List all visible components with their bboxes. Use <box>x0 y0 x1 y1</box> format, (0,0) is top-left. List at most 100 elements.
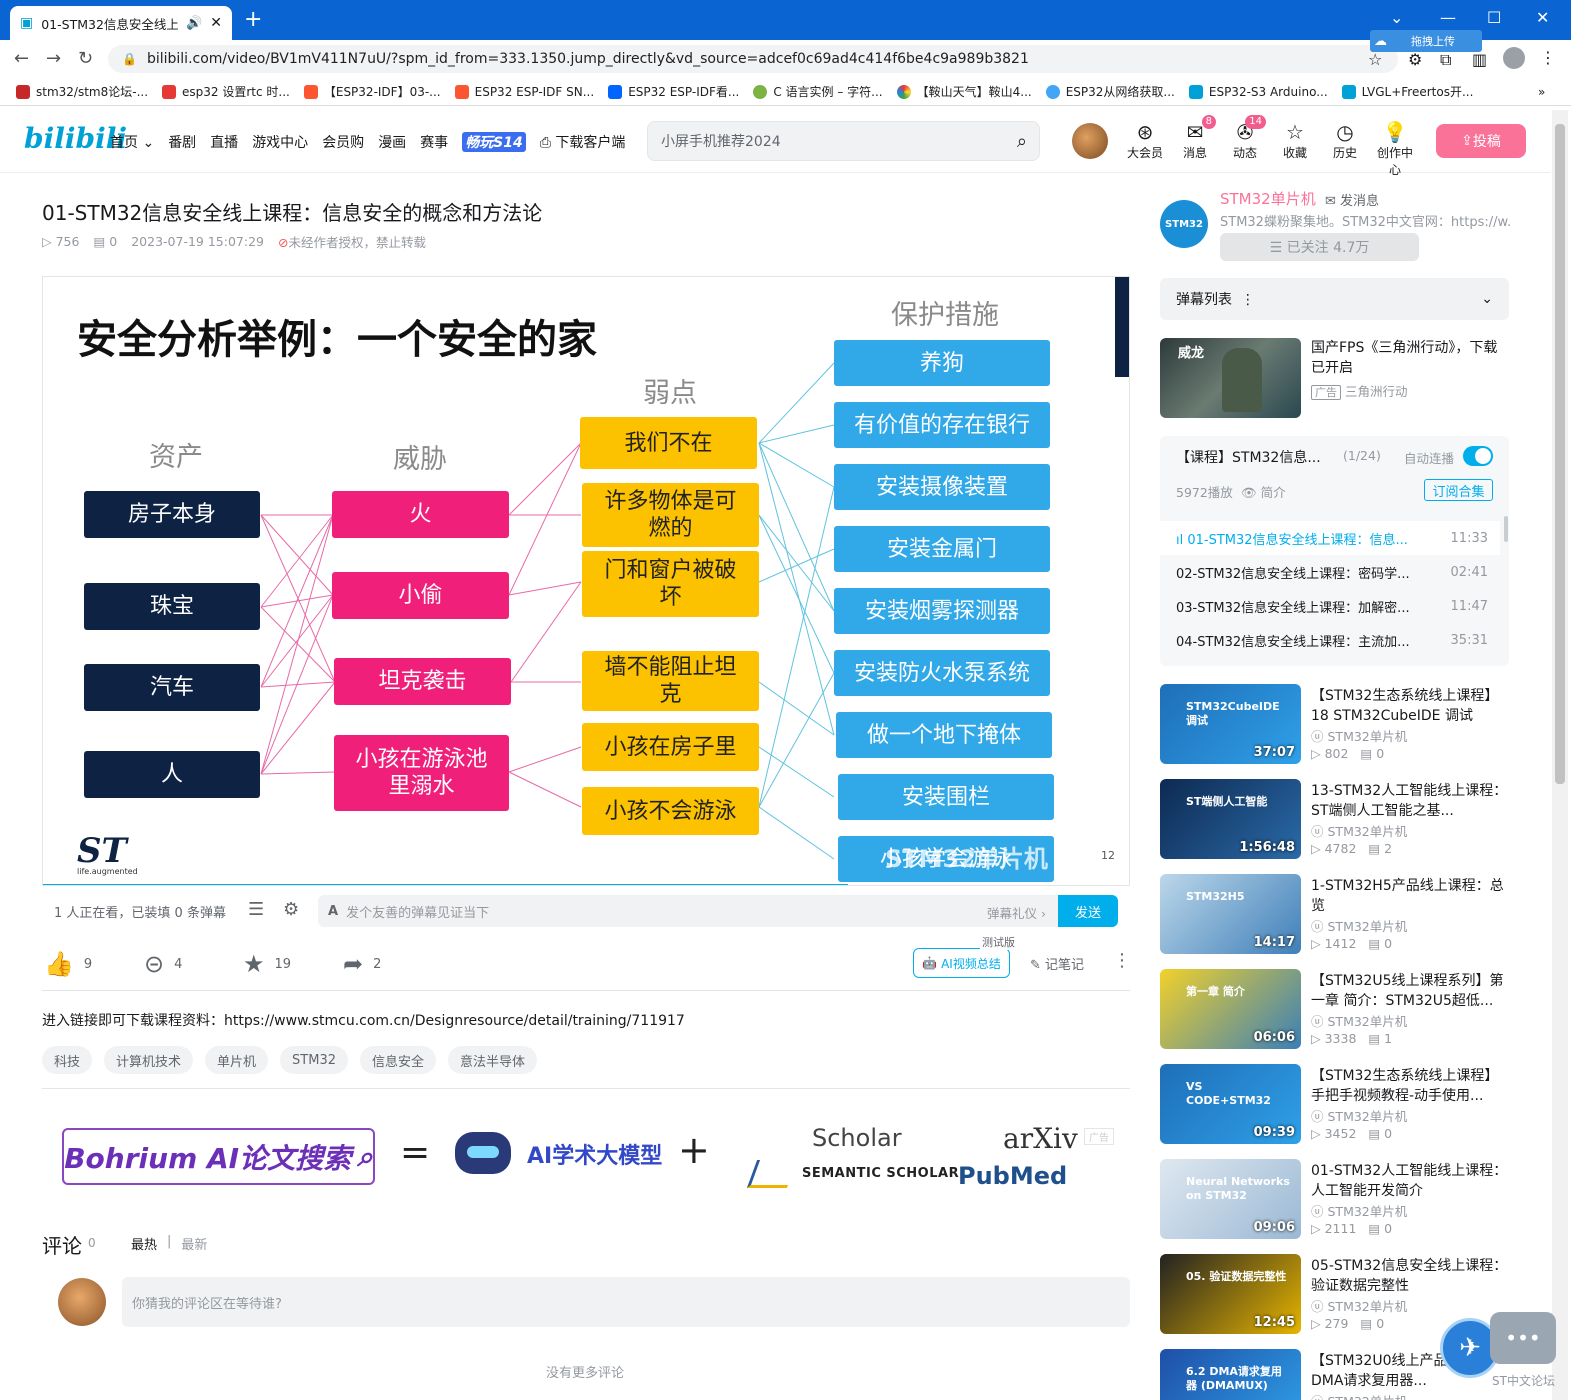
recommend-thumbnail[interactable]: 05. 验证数据完整性 12:45 <box>1160 1254 1301 1334</box>
ai-summary-button[interactable]: 🤖 AI视频总结 <box>913 948 1010 978</box>
recommend-uploader[interactable]: ⓤ STM32单片机 <box>1311 916 1407 935</box>
bookmark-item[interactable]: ESP32-S3 Arduino... <box>1188 84 1328 99</box>
danmaku-settings-icon[interactable]: ⚙ <box>283 899 299 920</box>
sort-hot[interactable]: 最热 <box>131 1234 157 1253</box>
recommend-thumbnail[interactable]: Neural Networks on STM32 09:06 <box>1160 1159 1301 1239</box>
recommend-title[interactable]: 【STM32生态系统线上课程】手把手视频教程-动手使用... <box>1311 1066 1511 1106</box>
chat-bubble-icon[interactable]: ••• <box>1490 1312 1556 1364</box>
search-icon[interactable]: ⌕ <box>1017 131 1027 152</box>
page-scrollbar[interactable] <box>1552 110 1568 1400</box>
notes-button[interactable]: ✎ 记笔记 <box>1030 954 1084 973</box>
tag-item[interactable]: 计算机技术 <box>104 1046 194 1074</box>
recommend-thumbnail[interactable]: STM32CubeIDE 调试 37:07 <box>1160 684 1301 764</box>
recommend-title[interactable]: 【STM32U5线上课程系列】第一章 简介：STM32U5超低... <box>1311 971 1511 1011</box>
browser-tab[interactable]: ▣ 01-STM32信息安全线上 🔊 ✕ <box>10 6 232 40</box>
star-icon[interactable]: ☆ <box>1368 50 1382 69</box>
font-style-icon[interactable]: A <box>328 904 338 919</box>
recommend-uploader[interactable]: ⓤ STM32单片机 <box>1311 1011 1407 1030</box>
sort-new[interactable]: 最新 <box>181 1234 207 1253</box>
playlist-item[interactable]: 04-STM32信息安全线上课程：主流加... 35:31 <box>1160 623 1500 657</box>
menu-manga[interactable]: 漫画 <box>378 132 406 152</box>
close-window-icon[interactable]: ✕ <box>1536 8 1549 27</box>
autoplay-toggle[interactable] <box>1463 446 1493 466</box>
maximize-icon[interactable]: ☐ <box>1487 8 1501 27</box>
menu-download[interactable]: ⎙ 下载客户端 <box>540 132 626 152</box>
header-history[interactable]: ◷ 历史 <box>1322 120 1368 161</box>
bookmark-item[interactable]: ESP32 ESP-IDF SN... <box>454 84 594 99</box>
playlist-item[interactable]: 03-STM32信息安全线上课程：加解密... 11:47 <box>1160 589 1500 623</box>
bookmark-item[interactable]: stm32/stm8论坛-... <box>16 83 148 100</box>
bookmark-item[interactable]: LVGL+Freertos开... <box>1341 83 1473 100</box>
menu-home[interactable]: 首页 ⌄ <box>110 132 154 152</box>
recommend-thumbnail[interactable]: ST端侧人工智能 1:56:48 <box>1160 779 1301 859</box>
menu-match[interactable]: 赛事 <box>420 132 448 152</box>
comment-input[interactable]: 你猜我的评论区在等待谁? <box>122 1277 1130 1327</box>
subscribe-collection-button[interactable]: 订阅合集 <box>1424 479 1493 501</box>
tab-search-icon[interactable]: ⌄ <box>1390 8 1403 27</box>
browser-menu-icon[interactable]: ⋮ <box>1540 48 1556 67</box>
more-options-icon[interactable]: ⋮ <box>1113 950 1131 971</box>
playlist-intro-link[interactable]: 简介 <box>1261 485 1286 500</box>
menu-shop[interactable]: 会员购 <box>322 132 364 152</box>
bookmark-item[interactable]: ESP32从网络获取... <box>1045 83 1175 100</box>
uploader-avatar[interactable]: STM32 <box>1160 200 1208 248</box>
address-bar[interactable]: 🔒 bilibili.com/video/BV1mV411N7uU/?spm_i… <box>108 45 1398 73</box>
header-favorite[interactable]: ☆ 收藏 <box>1272 120 1318 161</box>
header-creator[interactable]: 💡 创作中心 <box>1372 120 1418 178</box>
tag-item[interactable]: 意法半导体 <box>448 1046 538 1074</box>
video-player[interactable]: 安全分析举例：一个安全的家 资产 威胁 弱点 保护措施 房子本身 珠宝 汽车 人… <box>42 276 1130 886</box>
share-button[interactable]: ➦ 2 <box>343 950 381 978</box>
danmaku-toggle-icon[interactable]: ☰ <box>248 899 264 920</box>
bookmark-item[interactable]: ESP32 ESP-IDF看... <box>608 83 739 100</box>
tag-item[interactable]: 科技 <box>42 1046 93 1074</box>
reload-icon[interactable]: ↻ <box>78 48 93 69</box>
menu-live[interactable]: 直播 <box>210 132 238 152</box>
menu-s14-banner[interactable]: 畅玩S14 <box>462 132 526 152</box>
bookmark-item[interactable]: C 语言实例 – 字符... <box>753 83 883 100</box>
tag-item[interactable]: STM32 <box>280 1046 348 1074</box>
playlist-item-active[interactable]: ıl 01-STM32信息安全线上课程：信息... 11:33 <box>1160 521 1500 555</box>
menu-anime[interactable]: 番剧 <box>168 132 196 152</box>
bookmark-item[interactable]: 【ESP32-IDF】03-... <box>303 83 441 100</box>
bookmark-item[interactable]: 【鞍山天气】鞍山4... <box>896 83 1032 100</box>
recommend-thumbnail[interactable]: VS CODE+STM32 09:39 <box>1160 1064 1301 1144</box>
danmaku-list-toggle[interactable]: 弹幕列表 ⋮ ⌄ <box>1160 278 1509 320</box>
recommend-title[interactable]: 1-STM32H5产品线上课程：总览 <box>1311 876 1511 916</box>
search-input[interactable]: 小屏手机推荐2024 ⌕ <box>647 121 1040 161</box>
share-page-icon[interactable]: ⧉ <box>1440 50 1451 70</box>
sponsored-title[interactable]: 国产FPS《三角洲行动》，下载已开启 <box>1311 338 1511 378</box>
danmaku-input[interactable]: A 发个友善的弹幕见证当下 弹幕礼仪 › <box>318 895 1058 927</box>
back-icon[interactable]: ← <box>14 48 29 69</box>
extensions-icon[interactable]: ⚙ <box>1408 50 1422 69</box>
uploader-name[interactable]: STM32单片机 <box>1220 188 1316 209</box>
header-vip[interactable]: ⊛ 大会员 <box>1122 120 1168 161</box>
recommend-title[interactable]: 01-STM32人工智能线上课程：人工智能开发简介 <box>1311 1161 1511 1201</box>
header-dynamic[interactable]: ✇ 14 动态 <box>1222 115 1268 161</box>
new-tab-button[interactable]: + <box>244 9 262 31</box>
bookmarks-more[interactable]: » <box>1538 85 1545 99</box>
playback-progress[interactable] <box>43 884 848 885</box>
follow-button[interactable]: ☰ 已关注 4.7万 <box>1220 233 1419 261</box>
send-danmaku-button[interactable]: 发送 <box>1058 895 1118 927</box>
user-avatar[interactable] <box>1072 123 1108 159</box>
recommend-thumbnail[interactable]: STM32H5 14:17 <box>1160 874 1301 954</box>
profile-icon[interactable] <box>1503 47 1525 69</box>
recommend-title[interactable]: 05-STM32信息安全线上课程：验证数据完整性 <box>1311 1256 1511 1296</box>
forward-icon[interactable]: → <box>46 48 61 69</box>
minimize-icon[interactable]: — <box>1440 8 1456 27</box>
upload-button[interactable]: ⇪ 投稿 <box>1436 124 1526 158</box>
send-message-link[interactable]: ✉ 发消息 <box>1325 190 1379 209</box>
like-button[interactable]: 👍 9 <box>44 950 92 978</box>
coin-button[interactable]: ⊝ 4 <box>144 950 182 978</box>
recommend-uploader[interactable]: ⓤ STM32单片机 <box>1311 1391 1407 1400</box>
upload-extension[interactable]: ☁ 拖拽上传 <box>1370 30 1482 52</box>
recommend-uploader[interactable]: ⓤ STM32单片机 <box>1311 726 1407 745</box>
recommend-uploader[interactable]: ⓤ STM32单片机 <box>1311 1106 1407 1125</box>
menu-games[interactable]: 游戏中心 <box>252 132 308 152</box>
header-message[interactable]: ✉ 8 消息 <box>1172 115 1218 161</box>
tag-item[interactable]: 单片机 <box>205 1046 269 1074</box>
tag-item[interactable]: 信息安全 <box>360 1046 437 1074</box>
tab-close-icon[interactable]: ✕ <box>210 15 222 31</box>
recommend-thumbnail[interactable]: 6.2 DMA请求复用器 (DMAMUX) <box>1160 1349 1301 1400</box>
danmaku-etiquette-link[interactable]: 弹幕礼仪 › <box>987 903 1046 922</box>
